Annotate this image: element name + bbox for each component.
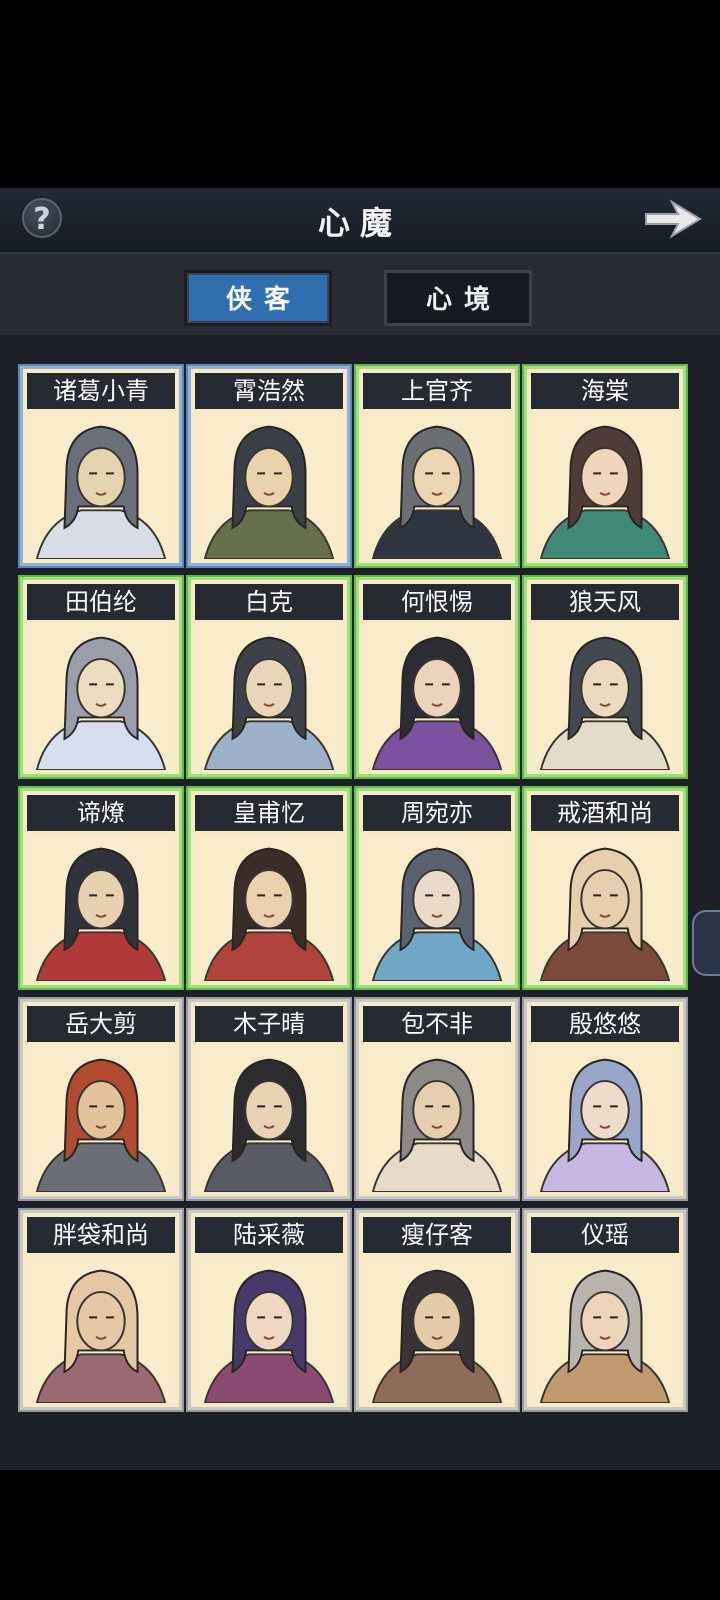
- character-card[interactable]: 仪瑶: [524, 1210, 686, 1410]
- character-card[interactable]: 狼天风: [524, 577, 686, 777]
- character-grid: 诸葛小青 霄浩然 上官齐 海棠田伯纶 白克 何恨惕 狼天风谛燎 皇甫忆 周宛亦 戒酒和尚岳大剪 木子…: [20, 366, 700, 1438]
- character-portrait: [531, 835, 679, 981]
- tab-mindset[interactable]: 心境: [384, 270, 532, 326]
- character-portrait: [27, 413, 175, 559]
- character-portrait: [195, 1046, 343, 1192]
- character-name: 包不非: [363, 1006, 511, 1042]
- character-portrait: [195, 413, 343, 559]
- character-card[interactable]: 皇甫忆: [188, 788, 350, 988]
- character-name: 诸葛小青: [27, 373, 175, 409]
- character-name: 皇甫忆: [195, 795, 343, 831]
- top-bar: ? 心魔: [0, 188, 720, 255]
- tab-bar: 侠客 心境: [0, 255, 720, 335]
- character-portrait: [363, 1257, 511, 1403]
- character-portrait: [27, 1257, 175, 1403]
- character-portrait: [531, 413, 679, 559]
- character-name: 仪瑶: [531, 1217, 679, 1253]
- character-name: 白克: [195, 584, 343, 620]
- character-card[interactable]: 殷悠悠: [524, 999, 686, 1199]
- character-name: 胖袋和尚: [27, 1217, 175, 1253]
- character-name: 殷悠悠: [531, 1006, 679, 1042]
- character-name: 周宛亦: [363, 795, 511, 831]
- character-portrait: [363, 1046, 511, 1192]
- character-card[interactable]: 诸葛小青: [20, 366, 182, 566]
- character-name: 瘦仔客: [363, 1217, 511, 1253]
- character-portrait: [363, 835, 511, 981]
- character-name: 田伯纶: [27, 584, 175, 620]
- character-name: 岳大剪: [27, 1006, 175, 1042]
- character-card[interactable]: 白克: [188, 577, 350, 777]
- character-portrait: [27, 1046, 175, 1192]
- character-card[interactable]: 岳大剪: [20, 999, 182, 1199]
- character-name: 霄浩然: [195, 373, 343, 409]
- character-portrait: [195, 624, 343, 770]
- character-portrait: [27, 835, 175, 981]
- character-card[interactable]: 霄浩然: [188, 366, 350, 566]
- character-portrait: [195, 835, 343, 981]
- character-portrait: [195, 1257, 343, 1403]
- character-card[interactable]: 木子晴: [188, 999, 350, 1199]
- character-portrait: [363, 624, 511, 770]
- next-button[interactable]: [642, 194, 704, 244]
- character-portrait: [531, 1046, 679, 1192]
- character-name: 谛燎: [27, 795, 175, 831]
- character-card[interactable]: 瘦仔客: [356, 1210, 518, 1410]
- character-portrait: [363, 413, 511, 559]
- character-name: 戒酒和尚: [531, 795, 679, 831]
- character-name: 上官齐: [363, 373, 511, 409]
- page-title: 心魔: [317, 204, 402, 242]
- character-name: 何恨惕: [363, 584, 511, 620]
- character-name: 狼天风: [531, 584, 679, 620]
- tab-heroes[interactable]: 侠客: [184, 270, 332, 326]
- arrow-right-icon: [645, 199, 702, 239]
- character-card[interactable]: 陆采薇: [188, 1210, 350, 1410]
- character-card[interactable]: 何恨惕: [356, 577, 518, 777]
- heart-demon-panel: ? 心魔 侠客 心境 诸葛小青 霄浩然 上官齐 海棠田伯纶 白克 何恨惕 狼天风谛燎 皇甫忆周…: [0, 188, 720, 1470]
- character-card[interactable]: 包不非: [356, 999, 518, 1199]
- character-card[interactable]: 田伯纶: [20, 577, 182, 777]
- character-portrait: [531, 624, 679, 770]
- character-card[interactable]: 戒酒和尚: [524, 788, 686, 988]
- side-drawer-handle[interactable]: [692, 910, 720, 976]
- character-portrait: [531, 1257, 679, 1403]
- character-card[interactable]: 海棠: [524, 366, 686, 566]
- character-card[interactable]: 胖袋和尚: [20, 1210, 182, 1410]
- character-card[interactable]: 上官齐: [356, 366, 518, 566]
- character-portrait: [27, 624, 175, 770]
- character-name: 陆采薇: [195, 1217, 343, 1253]
- character-name: 海棠: [531, 373, 679, 409]
- character-card[interactable]: 周宛亦: [356, 788, 518, 988]
- character-card[interactable]: 谛燎: [20, 788, 182, 988]
- character-name: 木子晴: [195, 1006, 343, 1042]
